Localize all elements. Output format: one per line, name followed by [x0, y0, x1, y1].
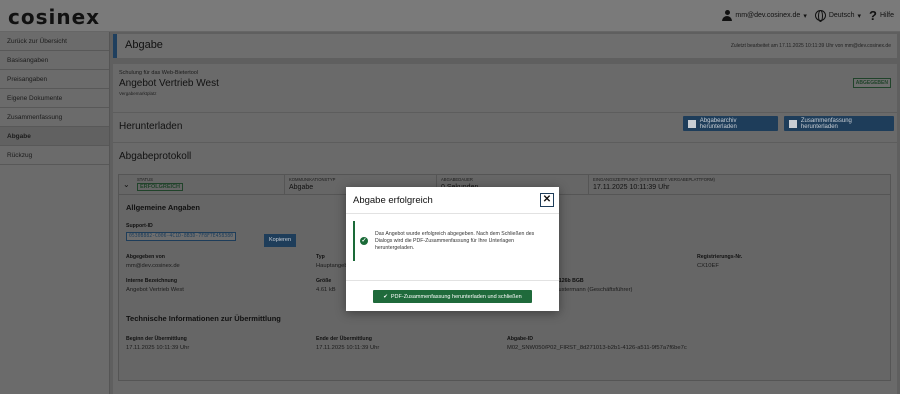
page-title-bar: Abgabe Zuletzt bearbeitet am 17.11.2025 …: [113, 34, 897, 58]
success-dialog: Abgabe erfolgreich ✕ ✓ Das Angebot wurde…: [346, 187, 559, 311]
user-email: mm@dev.cosinex.de: [735, 12, 801, 19]
internal-name-value: Angebot Vertrieb West: [126, 287, 184, 293]
chevron-down-icon: ▾: [803, 12, 807, 20]
download-and-close-label: PDF-Zusammenfassung herunterladen und sc…: [390, 293, 522, 300]
page-title: Abgabe: [125, 39, 163, 51]
archive-download-label: Abgabearchiv herunterladen: [699, 117, 737, 130]
sidebar: Zurück zur Übersicht Basisangaben Preisa…: [0, 32, 110, 394]
general-info-title: Allgemeine Angaben: [126, 203, 200, 212]
support-id-field: Support-ID 0530B882-C006-4C1D-8B3D-7F8F7…: [126, 223, 236, 241]
globe-icon: [814, 10, 826, 22]
status-success-badge: ERFOLGREICH: [137, 183, 184, 191]
duration-label: ABGABEDAUER: [441, 177, 473, 182]
registration-field: Registrierungs-Nr. CX10EF: [697, 254, 742, 269]
sidebar-item-preisangaben[interactable]: Preisangaben: [0, 70, 109, 89]
support-id-value[interactable]: 0530B882-C006-4C1D-8B3D-7F8F7E458380: [126, 232, 236, 241]
abgabe-id-label: Abgabe-ID: [507, 336, 533, 342]
abgabe-id-value: M02_SNW050/P02_FIRST_8d271013-b2b1-4126-…: [507, 345, 687, 351]
support-id-label: Support-ID: [126, 223, 153, 229]
cosinex-logo[interactable]: cosinex: [8, 5, 100, 29]
top-bar: cosinex mm@dev.cosinex.de ▾ Deutsch ▾ ? …: [0, 0, 900, 32]
download-title: Herunterladen: [119, 121, 183, 132]
submitted-by-field: Abgegeben von mm@dev.cosinex.de: [126, 254, 180, 269]
summary-download-label: Zusammenfassung herunterladen: [800, 117, 852, 130]
begin-value: 17.11.2025 10:11:39 Uhr: [126, 345, 190, 351]
begin-field: Beginn der Übermittlung 17.11.2025 10:11…: [126, 336, 189, 351]
column-divider: [588, 175, 589, 195]
sidebar-item-rueckzug[interactable]: Rückzug: [0, 146, 109, 165]
protocol-title: Abgabeprotokoll: [119, 151, 192, 162]
help-icon: ?: [869, 8, 877, 23]
download-section: Herunterladen Abgabearchiv herunterladen…: [113, 112, 897, 142]
receipt-time-label: EINGANGSZEITPUNKT (SYSTEMZEIT VERGABEPLA…: [593, 177, 715, 182]
sidebar-item-eigene-dokumente[interactable]: Eigene Dokumente: [0, 89, 109, 108]
end-value: 17.11.2025 10:11:39 Uhr: [316, 345, 380, 351]
language-label: Deutsch: [828, 12, 855, 19]
offer-name: Angebot Vertrieb West: [119, 78, 219, 89]
tech-info-title: Technische Informationen zur Übermittlun…: [126, 314, 281, 323]
last-edited-info: Zuletzt bearbeitet am 17.11.2025 10:11:3…: [730, 43, 891, 49]
submitted-by-value: mm@dev.cosinex.de: [126, 263, 180, 269]
summary-download-button[interactable]: Zusammenfassung herunterladen: [784, 116, 894, 131]
status-badge: ABGEGEBEN: [852, 78, 891, 88]
course-name: Schulung für das Web-Bietertool: [119, 70, 199, 76]
status-column: STATUS ERFOLGREICH: [137, 177, 184, 191]
alert-message: Das Angebot wurde erfolgreich abgegeben.…: [375, 231, 535, 251]
end-label: Ende der Übermittlung: [316, 336, 372, 342]
user-icon: [722, 10, 733, 21]
chevron-down-icon[interactable]: ⌄: [123, 180, 130, 189]
copy-button[interactable]: Kopieren: [264, 234, 296, 247]
size-label: Größe: [316, 278, 332, 284]
help-label: Hilfe: [879, 12, 894, 19]
check-icon: ✔: [383, 293, 388, 300]
sidebar-item-basisangaben[interactable]: Basisangaben: [0, 51, 109, 70]
check-circle-icon: ✓: [360, 237, 368, 245]
close-icon[interactable]: ✕: [540, 193, 554, 207]
dialog-divider: [346, 280, 559, 281]
header-actions: mm@dev.cosinex.de ▾ Deutsch ▾ ? Hilfe: [722, 8, 894, 23]
column-divider: [284, 175, 285, 195]
receipt-time-column: EINGANGSZEITPUNKT (SYSTEMZEIT VERGABEPLA…: [593, 177, 715, 191]
registration-value: CX10EF: [697, 263, 719, 269]
help-link[interactable]: ? Hilfe: [869, 8, 894, 23]
communication-type-value: Abgabe: [289, 184, 314, 191]
sidebar-item-abgabe[interactable]: Abgabe: [0, 127, 109, 146]
sidebar-item-zusammenfassung[interactable]: Zusammenfassung: [0, 108, 109, 127]
document-icon: [789, 119, 797, 128]
archive-download-button[interactable]: Abgabearchiv herunterladen: [683, 116, 778, 131]
chevron-down-icon: ▾: [857, 12, 862, 20]
size-value: 4.61 kB: [316, 287, 336, 293]
user-menu[interactable]: mm@dev.cosinex.de ▾: [722, 10, 807, 21]
marketplace-label: Vergabemarktplatz: [119, 91, 157, 96]
registration-label: Registrierungs-Nr.: [697, 254, 743, 260]
download-and-close-button[interactable]: ✔ PDF-Zusammenfassung herunterladen und …: [373, 290, 532, 303]
download-icon: [688, 119, 696, 128]
success-alert: ✓ Das Angebot wurde erfolgreich abgegebe…: [353, 221, 552, 261]
receipt-time-value: 17.11.2025 10:11:39 Uhr: [593, 184, 670, 191]
size-field: Größe 4.61 kB: [316, 278, 336, 293]
abgabe-id-field: Abgabe-ID M02_SNW050/P02_FIRST_8d271013-…: [507, 336, 687, 351]
dialog-header: Abgabe erfolgreich ✕: [346, 187, 559, 214]
end-field: Ende der Übermittlung 17.11.2025 10:11:3…: [316, 336, 379, 351]
internal-name-field: Interne Bezeichnung Angebot Vertrieb Wes…: [126, 278, 184, 293]
language-menu[interactable]: Deutsch ▾: [814, 10, 862, 22]
internal-name-label: Interne Bezeichnung: [126, 278, 178, 284]
submitted-by-label: Abgegeben von: [126, 254, 165, 260]
sidebar-item-back[interactable]: Zurück zur Übersicht: [0, 32, 109, 51]
communication-type-label: KOMMUNIKATIONSTYP: [289, 177, 336, 182]
dialog-title: Abgabe erfolgreich: [353, 195, 433, 206]
communication-type-column: KOMMUNIKATIONSTYP Abgabe: [289, 177, 335, 191]
begin-label: Beginn der Übermittlung: [126, 336, 187, 342]
status-label: STATUS: [137, 177, 153, 182]
